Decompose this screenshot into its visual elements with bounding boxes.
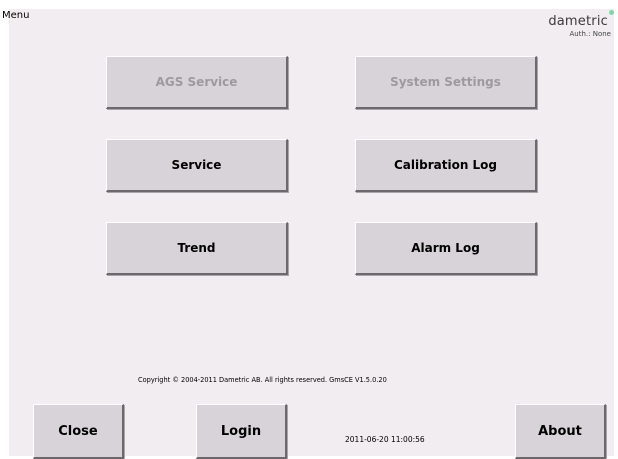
trend-button[interactable]: Trend: [106, 222, 288, 275]
datetime-display: 2011-06-20 11:00:56: [345, 435, 425, 444]
service-button[interactable]: Service: [106, 139, 288, 192]
calibration-log-button[interactable]: Calibration Log: [355, 139, 537, 192]
login-button[interactable]: Login: [196, 404, 287, 459]
system-settings-button[interactable]: System Settings: [355, 56, 537, 109]
about-button[interactable]: About: [515, 404, 606, 459]
copyright-text: Copyright © 2004-2011 Dametric AB. All r…: [138, 376, 387, 384]
alarm-log-button[interactable]: Alarm Log: [355, 222, 537, 275]
close-button[interactable]: Close: [33, 404, 124, 459]
brand-block: dametric Auth.: None: [548, 10, 614, 38]
screen-title: Menu: [2, 10, 30, 21]
auth-status: Auth.: None: [569, 30, 611, 38]
ags-service-button[interactable]: AGS Service: [106, 56, 288, 109]
brand-logo: dametric: [548, 10, 614, 29]
brand-name: dametric: [548, 14, 608, 29]
brand-dot-icon: [609, 10, 614, 15]
